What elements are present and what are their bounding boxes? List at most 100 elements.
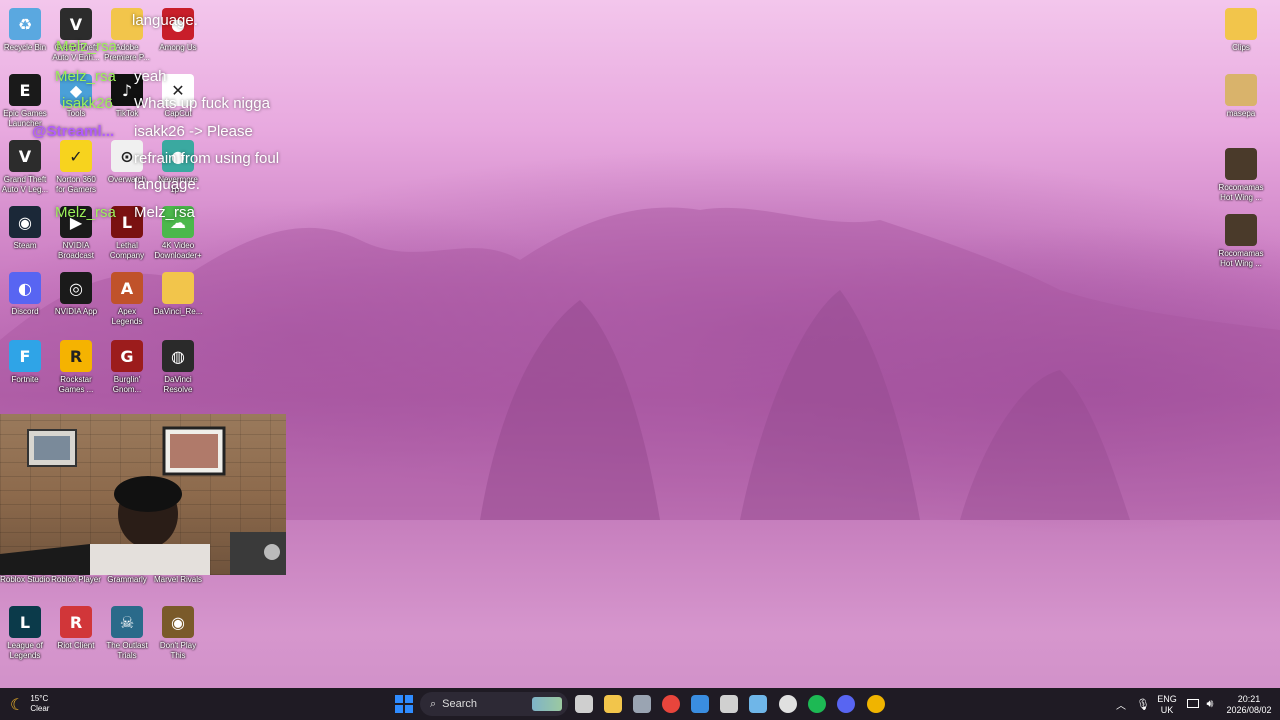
- desktop-icon[interactable]: Rocomamas Hot Wing ...: [1216, 214, 1266, 269]
- desktop-icon-label: Fortnite: [11, 375, 39, 384]
- chat-message: isakk26 -> Please: [134, 123, 253, 140]
- moon-icon: ☾: [10, 694, 25, 714]
- desktop-icon[interactable]: L League of Legends: [0, 606, 50, 661]
- desktop-icon[interactable]: ◍ DaVinci Resolve: [153, 340, 203, 395]
- steam-icon: [749, 695, 767, 713]
- windows-start-icon: [395, 695, 413, 713]
- microphone-icon[interactable]: 🎙︎: [1136, 692, 1150, 716]
- desktop-icon-label: DaVinci_Re...: [153, 307, 203, 316]
- desktop-icon-label: Lethal Company: [109, 241, 145, 260]
- chat-mention: @Streaml...: [32, 123, 115, 140]
- desktop-icon-label: Roblox Studio: [0, 575, 50, 584]
- desktop-icon-label: Clips: [1232, 43, 1250, 52]
- search-highlight-icon: [532, 697, 562, 711]
- taskbar-app[interactable]: [864, 692, 888, 716]
- dont-play-this-icon: ◉: [162, 606, 194, 638]
- language-code: ENG: [1157, 694, 1177, 704]
- taskbar-app[interactable]: [572, 692, 596, 716]
- desktop-icon-label: Rocomamas Hot Wing ...: [1218, 249, 1264, 268]
- taskbar-app[interactable]: [805, 692, 829, 716]
- discord-icon: ◐: [9, 272, 41, 304]
- gta-icon: V: [60, 8, 92, 40]
- desktop-icon[interactable]: Clips: [1216, 8, 1266, 53]
- desktop-icon[interactable]: F Fortnite: [0, 340, 50, 385]
- riot-client-icon: R: [60, 606, 92, 638]
- desktop-icon-label: The Outlast Trials: [106, 641, 148, 660]
- taskbar-app[interactable]: [776, 692, 800, 716]
- desktop-icon-label: League of Legends: [7, 641, 43, 660]
- folder-icon: [1225, 8, 1257, 40]
- desktop-icon[interactable]: ◉ Don't Play This: [153, 606, 203, 661]
- clock-date: 2026/08/02: [1226, 705, 1272, 715]
- search-label: Search: [442, 698, 478, 710]
- desktop-icon-label: Roblox Player: [51, 575, 101, 584]
- microsoft-store-icon: [691, 695, 709, 713]
- desktop-icon[interactable]: V Grand Theft Auto V Leg...: [0, 140, 50, 195]
- desktop-icon[interactable]: E Epic Games Launcher: [0, 74, 50, 129]
- taskbar-app[interactable]: [601, 692, 625, 716]
- spotify-icon: [808, 695, 826, 713]
- desktop-icon-label: Rockstar Games ...: [58, 375, 94, 394]
- desktop-icon[interactable]: ◉ Steam: [0, 206, 50, 251]
- desktop-icon-label: Apex Legends: [111, 307, 143, 326]
- rockstar-icon: R: [60, 340, 92, 372]
- video-file-icon: [1225, 148, 1257, 180]
- webcam-feed: [0, 426, 286, 575]
- chat-message: refrain from using foul: [134, 150, 280, 167]
- start-button[interactable]: [392, 692, 416, 716]
- desktop-icon[interactable]: ◐ Discord: [0, 272, 50, 317]
- desktop-icon[interactable]: A Apex Legends: [102, 272, 152, 327]
- folder-icon: [162, 272, 194, 304]
- discord-icon: [837, 695, 855, 713]
- league-of-legends-icon: L: [9, 606, 41, 638]
- epic-games-icon: E: [9, 74, 41, 106]
- region-code: UK: [1160, 705, 1174, 715]
- desktop-icon[interactable]: ◎ NVIDIA App: [51, 272, 101, 317]
- gta-legacy-icon: V: [9, 140, 41, 172]
- chat-username: Melz_rsa: [56, 38, 117, 55]
- burglin-gnomes-icon: G: [111, 340, 143, 372]
- taskbar-app[interactable]: [630, 692, 654, 716]
- desktop-icon-label: NVIDIA Broadcast: [57, 241, 95, 260]
- tray-overflow-chevron-icon[interactable]: ︿: [1114, 692, 1128, 716]
- desktop-icon[interactable]: masepa: [1216, 74, 1266, 119]
- desktop-icon[interactable]: ♻ Recycle Bin: [0, 8, 50, 53]
- desktop-icon-label: masepa: [1226, 109, 1256, 118]
- taskbar-app[interactable]: [834, 692, 858, 716]
- chat-message: Whats up fuck nigga: [134, 95, 270, 112]
- network-icon[interactable]: [1186, 692, 1200, 716]
- taskbar-search[interactable]: ⌕ Search: [420, 692, 568, 716]
- nvidia-app-icon: ◎: [60, 272, 92, 304]
- desktop-icon-label: Norton 360 for Gamers: [55, 175, 96, 194]
- taskbar-app[interactable]: [659, 692, 683, 716]
- chat-message: language.: [132, 12, 198, 29]
- recycle-bin-icon: ♻: [9, 8, 41, 40]
- desktop-icon[interactable]: ✓ Norton 360 for Gamers: [51, 140, 101, 195]
- steam-icon: ◉: [9, 206, 41, 238]
- desktop-icon[interactable]: DaVinci_Re...: [153, 272, 203, 317]
- desktop-icon[interactable]: R Rockstar Games ...: [51, 340, 101, 395]
- chrome-icon: [867, 695, 885, 713]
- desktop-icon[interactable]: G Burglin' Gnom...: [102, 340, 152, 395]
- image-file-icon: [1225, 74, 1257, 106]
- taskbar-app[interactable]: [688, 692, 712, 716]
- desktop-icon-label: DaVinci Resolve: [163, 375, 193, 394]
- desktop-icon-label: Don't Play This: [159, 641, 197, 660]
- desktop-icon[interactable]: R Riot Client: [51, 606, 101, 651]
- file-explorer-icon: [604, 695, 622, 713]
- chat-username: Melz_rsa: [55, 68, 116, 85]
- taskbar-app[interactable]: [717, 692, 741, 716]
- volume-icon[interactable]: 🔊︎: [1203, 692, 1217, 716]
- chrome-icon: [662, 695, 680, 713]
- desktop-icon-label: Grammarly: [107, 575, 147, 584]
- fortnite-icon: F: [9, 340, 41, 372]
- language-indicator[interactable]: ENG UK: [1156, 694, 1178, 716]
- clock[interactable]: 20:21 2026/08/02: [1222, 694, 1276, 716]
- taskbar-app[interactable]: [746, 692, 770, 716]
- video-file-icon: [1225, 214, 1257, 246]
- desktop-icon-label: Burglin' Gnom...: [112, 375, 142, 394]
- desktop-icon-label: Marvel Rivals: [153, 575, 202, 584]
- desktop-icon[interactable]: ☠ The Outlast Trials: [102, 606, 152, 661]
- weather-widget[interactable]: ☾ 15°C Clear: [10, 692, 70, 716]
- desktop-icon[interactable]: Rocomamas Hot Wing ...: [1216, 148, 1266, 203]
